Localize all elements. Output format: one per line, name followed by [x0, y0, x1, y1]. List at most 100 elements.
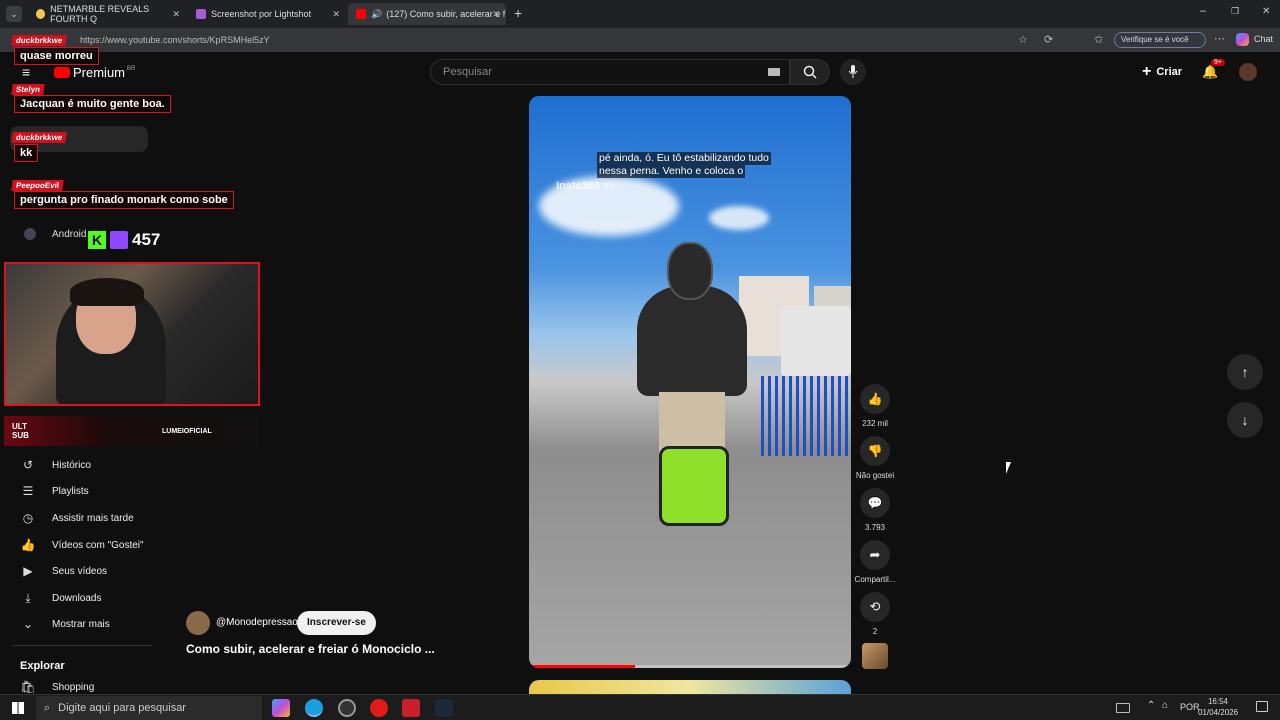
sidebar-item-label: Playlists	[52, 485, 89, 497]
close-tab-icon[interactable]: ✕	[492, 9, 500, 20]
like-button[interactable]: 👍	[860, 384, 890, 414]
url-field[interactable]: https://www.youtube.com/shorts/KpRSMHel5…	[80, 32, 980, 48]
chat-username: duckbrkkwe	[11, 132, 68, 143]
caption-line: pé ainda, ó. Eu tô estabilizando tudo	[597, 152, 771, 165]
sidebar-item-historico[interactable]: ↺ Histórico	[18, 452, 91, 478]
sidebar-item-label: Android	[52, 228, 87, 240]
copilot-app-icon[interactable]	[272, 699, 290, 717]
netmarble-favicon-icon	[36, 9, 46, 19]
sidebar-item-playlists[interactable]: ☰ Playlists	[18, 478, 89, 504]
sidebar-item-watch-later[interactable]: ◷ Assistir mais tarde	[18, 505, 134, 531]
sidebar-item-show-more[interactable]: ⌄ Mostrar mais	[18, 611, 110, 637]
notification-center-icon[interactable]	[1256, 701, 1268, 712]
close-tab-icon[interactable]: ✕	[172, 9, 180, 20]
youtube-header: ≡ Premium BR Pesquisar + Criar 🔔 9+	[0, 52, 1280, 92]
watermark-model: X5	[603, 181, 615, 191]
tab-list-button[interactable]: ⌄	[6, 6, 22, 22]
favorites-icon[interactable]: ✩	[1094, 33, 1103, 46]
next-video-preview[interactable]	[529, 680, 851, 694]
youtube-logo[interactable]: Premium BR	[54, 65, 135, 80]
next-short-button[interactable]: ↓	[1227, 402, 1263, 438]
video-title[interactable]: Como subir, acelerar e freiar ó Monocicl…	[186, 642, 435, 656]
close-window-icon[interactable]: ✕	[1262, 6, 1270, 17]
sidebar-section-explore: Explorar	[20, 660, 65, 672]
network-icon[interactable]: ⌂	[1162, 700, 1168, 711]
verify-label: Verifique se é você	[1121, 35, 1189, 44]
refresh-icon[interactable]: ⟳	[1044, 33, 1053, 46]
verify-profile-chip[interactable]: Verifique se é você	[1114, 32, 1206, 48]
tray-chevron-icon[interactable]: ⌃	[1147, 700, 1155, 711]
keyboard-tray-icon[interactable]	[1116, 703, 1130, 713]
menu-icon[interactable]: ≡	[22, 64, 30, 80]
obs-icon[interactable]	[338, 699, 356, 717]
windows-start-icon[interactable]	[12, 702, 24, 714]
copilot-icon[interactable]	[1236, 33, 1249, 46]
speaker-icon[interactable]: 🔊	[371, 9, 382, 20]
thumb-up-icon: 👍	[867, 392, 883, 406]
minimize-icon[interactable]: –	[1200, 5, 1206, 17]
sound-thumbnail[interactable]	[862, 643, 888, 669]
copilot-chat-label[interactable]: Chat	[1254, 34, 1273, 44]
notifications-button[interactable]: 🔔 9+	[1202, 59, 1225, 81]
sidebar-item-your-videos[interactable]: ▶ Seus vídeos	[18, 558, 107, 584]
video-progress-track[interactable]	[529, 665, 851, 668]
tab-label: (127) Como subir, acelerar e f	[386, 9, 506, 19]
avatar[interactable]	[1239, 63, 1257, 81]
stream-brand-banner: ULT SUB LUMEIOFICIAL	[4, 416, 258, 446]
youtube-favicon-icon	[356, 9, 366, 19]
app-icon[interactable]	[402, 699, 420, 717]
rider-body	[637, 286, 747, 396]
video-caption: pé ainda, ó. Eu tô estabilizando tudo ne…	[597, 152, 771, 178]
sidebar-item-liked[interactable]: 👍 Vídeos com "Gostei"	[18, 532, 144, 558]
camera-watermark: Insta360 X5	[556, 180, 614, 192]
blue-railing	[761, 376, 851, 456]
media-player-icon[interactable]	[370, 699, 388, 717]
subscribe-button[interactable]: Inscrever-se	[297, 611, 376, 635]
keyboard-icon[interactable]	[768, 68, 780, 76]
sidebar-item-label: Downloads	[52, 592, 102, 604]
more-menu-icon[interactable]: ⋯	[1214, 32, 1225, 45]
sidebar-item-shopping[interactable]: 🛍 Shopping	[18, 680, 94, 694]
watermark-brand: Insta360	[556, 180, 601, 192]
dislike-button[interactable]: 👎	[860, 436, 890, 466]
viewer-count-value: 457	[132, 230, 161, 249]
maximize-icon[interactable]: ❐	[1231, 6, 1239, 17]
close-tab-icon[interactable]: ✕	[332, 9, 340, 20]
chat-message: quase morreu	[14, 47, 99, 65]
clock-date: 01/04/2026	[1198, 708, 1239, 717]
share-button[interactable]: ➦	[860, 540, 890, 570]
video-progress-fill	[529, 665, 636, 668]
steam-icon[interactable]	[435, 699, 453, 717]
remix-button[interactable]: ⟲	[860, 592, 890, 622]
share-icon: ➦	[869, 547, 881, 562]
tab-youtube[interactable]: 🔊 (127) Como subir, acelerar e f ✕	[348, 3, 506, 25]
voice-search-button[interactable]	[840, 59, 866, 85]
channel-name[interactable]: @Monodepressao	[216, 617, 298, 628]
edge-browser-icon[interactable]	[305, 699, 323, 717]
windows-taskbar: ⌕ Digite aqui para pesquisar ⌃ ⌂ POR 16:…	[0, 694, 1280, 720]
sidebar-divider	[12, 645, 152, 646]
previous-short-button[interactable]: ↑	[1227, 354, 1263, 390]
arrow-down-icon: ↓	[1241, 412, 1249, 428]
address-bar: https://www.youtube.com/shorts/KpRSMHel5…	[0, 28, 1280, 52]
taskbar-search[interactable]: ⌕ Digite aqui para pesquisar	[36, 696, 262, 720]
shorts-video-player[interactable]: pé ainda, ó. Eu tô estabilizando tudo ne…	[529, 96, 851, 668]
ult-sub-logo: ULT SUB	[12, 422, 29, 440]
clock[interactable]: 16:54 01/04/2026	[1198, 696, 1238, 718]
taskbar-search-label: Digite aqui para pesquisar	[58, 702, 186, 714]
create-button[interactable]: + Criar	[1136, 60, 1188, 84]
sidebar-item-android[interactable]: Android	[24, 228, 86, 240]
tab-netmarble[interactable]: NETMARBLE REVEALS FOURTH Q ✕	[28, 3, 186, 25]
search-input[interactable]: Pesquisar	[430, 59, 790, 85]
sidebar-item-downloads[interactable]: ⤓ Downloads	[18, 585, 101, 611]
monowheel	[659, 446, 729, 526]
tab-lightshot[interactable]: Screenshot por Lightshot ✕	[188, 3, 346, 25]
new-tab-button[interactable]: +	[514, 5, 522, 21]
star-icon[interactable]: ☆	[1018, 33, 1028, 46]
comments-button[interactable]: 💬	[860, 488, 890, 518]
search-button[interactable]	[790, 59, 830, 85]
language-indicator[interactable]: POR	[1180, 702, 1200, 712]
caption-line: nessa perna. Venho e coloca o	[597, 165, 746, 178]
channel-avatar[interactable]	[186, 611, 210, 635]
share-label: Compartil...	[854, 575, 896, 584]
